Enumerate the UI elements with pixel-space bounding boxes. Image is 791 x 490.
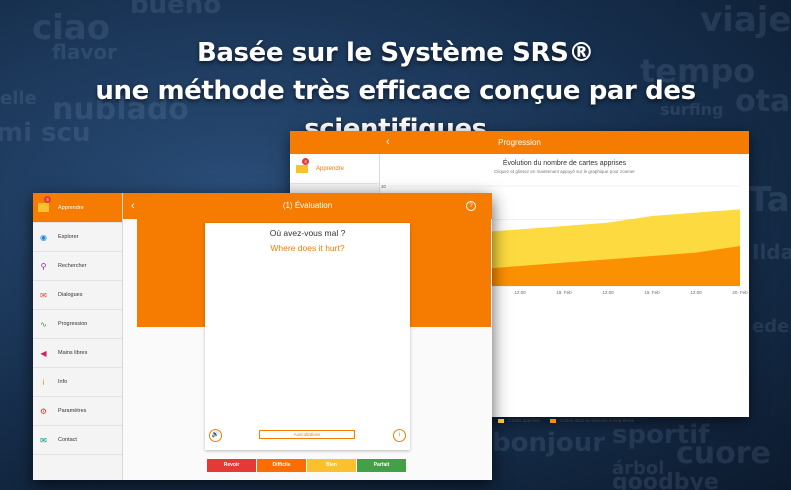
legend-item[interactable]: Cartes dans la mémoire à long terme: [549, 418, 635, 423]
legend-label: Cartes apprises: [508, 418, 540, 423]
auscultations-button[interactable]: Auscultations: [259, 430, 355, 439]
bg-word: Ilda: [752, 240, 791, 264]
x-tick-label: 12:00: [514, 290, 526, 295]
help-icon[interactable]: ?: [466, 201, 476, 211]
rating-buttons: Revoir Difficile Bien Parfait: [207, 459, 406, 472]
evaluation-screen: 4 Apprendre ◉ Explorer ⚲ Rechercher ✉ Dialogues…: [33, 193, 492, 480]
progression-title: Progression: [498, 138, 541, 147]
legend-swatch: [549, 418, 556, 423]
rating-parfait-button[interactable]: Parfait: [357, 459, 406, 472]
chart-title: Évolution du nombre de cartes apprises: [502, 160, 627, 167]
mail-icon: ✉: [40, 435, 47, 445]
chart-legend: Cartes apprises Cartes dans la mémoire à…: [498, 418, 634, 423]
sidebar-item-label: Contact: [58, 437, 77, 443]
bg-word: bonjour: [492, 428, 606, 458]
info-icon: i: [42, 377, 45, 387]
bg-word: eders: [752, 316, 791, 337]
x-tick-label: 12:00: [690, 290, 702, 295]
speaker-icon: ◀: [40, 348, 47, 358]
sidebar-item-label: Apprendre: [316, 165, 345, 172]
gear-icon: ⚙: [39, 406, 48, 416]
chat-bubbles-icon: ✉: [40, 290, 47, 300]
legend-item[interactable]: Cartes apprises: [498, 418, 540, 423]
sidebar-item-explorer[interactable]: ◉ Explorer: [33, 223, 122, 252]
speaker-icon[interactable]: 🔊: [209, 429, 222, 442]
card-answer: Where does it hurt?: [270, 243, 345, 253]
info-icon[interactable]: i: [393, 429, 406, 442]
notification-badge: 4: [44, 196, 51, 203]
flashcard[interactable]: Où avez-vous mal ? Where does it hurt? 🔊…: [205, 223, 410, 450]
trend-line-icon: ∿: [40, 319, 47, 329]
chart-subtitle: Cliquez et glissez en maintenant appuyé …: [494, 169, 635, 174]
back-arrow-icon[interactable]: ‹: [386, 131, 390, 154]
rating-difficile-button[interactable]: Difficile: [257, 459, 306, 472]
sidebar-item-contact[interactable]: ✉ Contact: [33, 426, 122, 455]
headline-line-1: Basée sur le Système SRS®: [196, 38, 595, 68]
bg-word: bueno: [130, 0, 222, 20]
notification-badge: 4: [302, 158, 309, 165]
main-sidebar: 4 Apprendre ◉ Explorer ⚲ Rechercher ✉ Dialogues…: [33, 193, 123, 480]
sidebar-item-param-tres[interactable]: ⚙ Paramètres: [33, 397, 122, 426]
bg-word: cuore: [676, 436, 771, 471]
sidebar-item-apprendre[interactable]: 4 Apprendre: [33, 193, 122, 223]
progression-header: ‹ Progression: [290, 131, 749, 154]
evaluation-header: ‹ (1) Évaluation ?: [123, 193, 492, 219]
sidebar-item-rechercher[interactable]: ⚲ Rechercher: [33, 252, 122, 281]
x-tick-label: 12:00: [602, 290, 614, 295]
y-tick-label: 30: [381, 184, 387, 189]
x-tick-label: 19. Feb: [644, 290, 660, 295]
sidebar-item-progression[interactable]: ∿ Progression: [33, 310, 122, 339]
evaluation-title: (1) Évaluation: [282, 201, 333, 210]
card-question: Où avez-vous mal ?: [269, 228, 346, 238]
sidebar-item-info[interactable]: i Info: [33, 368, 122, 397]
rating-revoir-button[interactable]: Revoir: [207, 459, 256, 472]
sidebar-item-label: Paramètres: [58, 408, 87, 414]
graduation-cap-icon: [38, 203, 49, 212]
sidebar-item-label: Apprendre: [58, 204, 84, 211]
sidebar-item-dialogues[interactable]: ✉ Dialogues: [33, 281, 122, 310]
magnifier-icon: ⚲: [40, 261, 47, 271]
sidebar-item-apprendre[interactable]: 4 Apprendre: [290, 154, 379, 184]
sidebar-item-label: Rechercher: [58, 263, 87, 269]
sidebar-item-label: Mains libres: [58, 350, 88, 356]
eye-icon: ◉: [40, 232, 47, 242]
legend-label: Cartes dans la mémoire à long terme: [560, 418, 635, 423]
sidebar-item-label: Info: [58, 379, 68, 385]
bg-word: Ta: [748, 180, 790, 220]
sidebar-item-label: Explorer: [58, 234, 79, 240]
graduation-cap-icon: [296, 164, 308, 173]
bg-word: goodbye: [612, 470, 719, 490]
sidebar-item-label: Progression: [58, 321, 88, 327]
sidebar-item-mains-libres[interactable]: ◀ Mains libres: [33, 339, 122, 368]
back-arrow-icon[interactable]: ‹: [131, 193, 135, 219]
x-tick-label: 18. Feb: [556, 290, 572, 295]
x-tick-label: 20. Feb: [732, 290, 748, 295]
sidebar-item-label: Dialogues: [58, 292, 83, 298]
legend-swatch: [498, 418, 504, 423]
rating-bien-button[interactable]: Bien: [307, 459, 356, 472]
